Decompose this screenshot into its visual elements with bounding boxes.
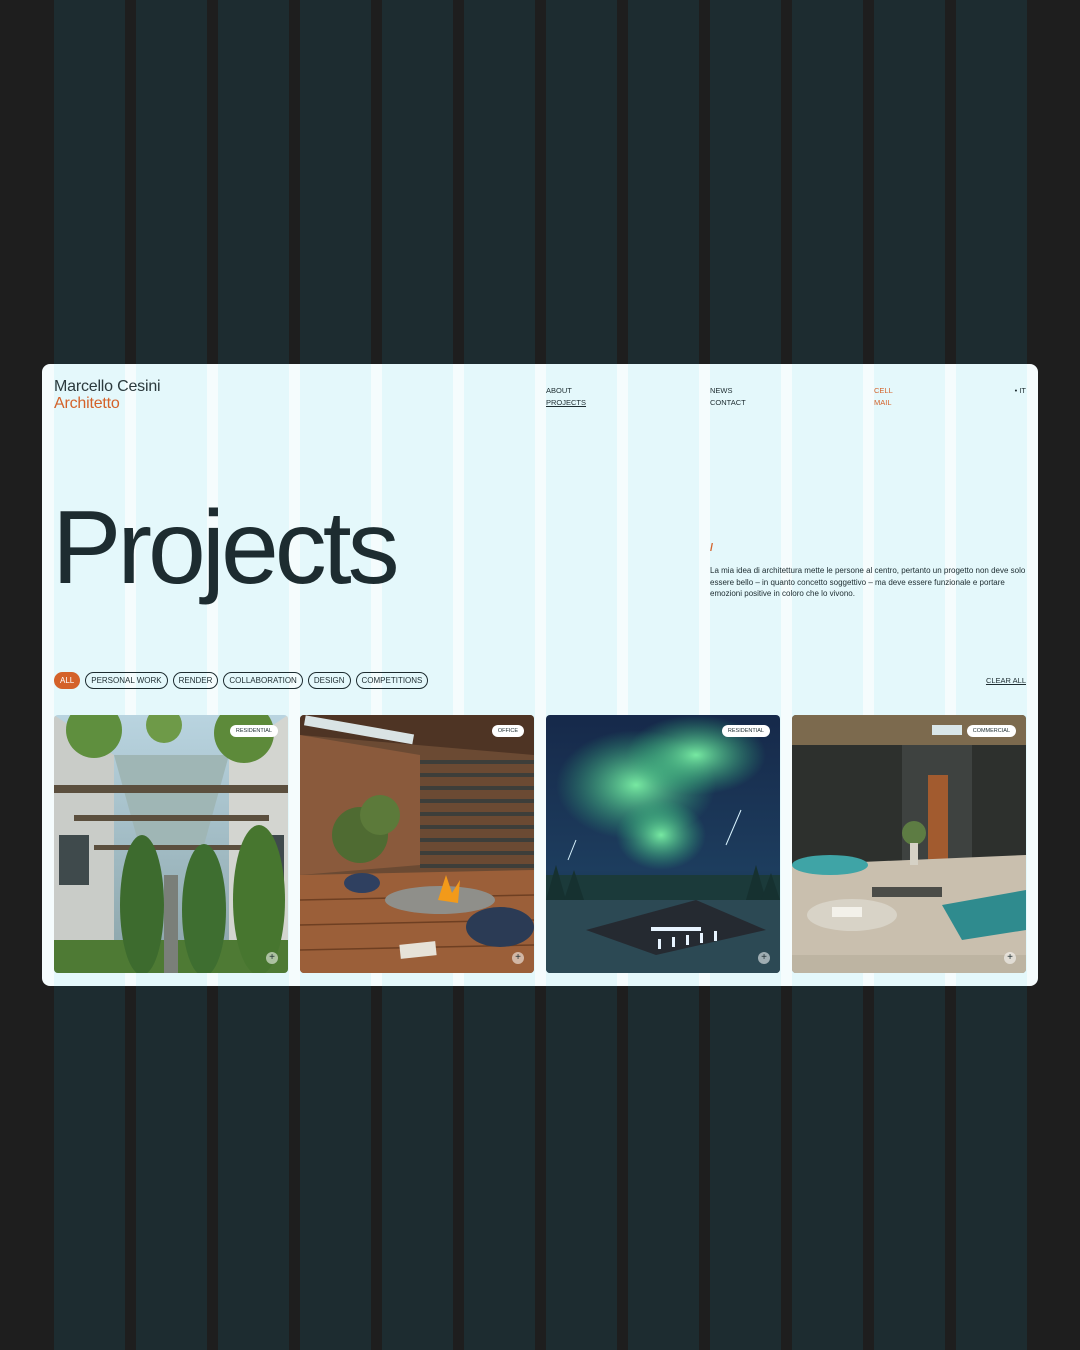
plus-icon[interactable]: + [512,952,524,964]
filter-chip-render[interactable]: RENDER [172,672,219,689]
plus-icon[interactable]: + [266,952,278,964]
filter-chip-design[interactable]: DESIGN [307,672,351,689]
project-card[interactable]: COMMERCIAL + [792,715,1026,973]
project-category-badge: OFFICE [491,725,524,737]
brand-logo[interactable]: Marcello Cesini Architetto [54,378,161,412]
intro-slash: / [710,542,714,554]
filter-chip-personal-work[interactable]: PERSONAL WORK [85,672,168,689]
nav-link-contact[interactable]: CONTACT [710,397,746,409]
nav-link-cell[interactable]: CELL [874,385,893,397]
project-card[interactable]: OFFICE + [300,715,534,973]
nav-link-news[interactable]: NEWS [710,385,746,397]
filter-bar: ALL PERSONAL WORK RENDER COLLABORATION D… [54,672,429,689]
clear-all-link[interactable]: CLEAR ALL [986,676,1026,685]
project-category-badge: COMMERCIAL [966,725,1016,737]
project-category-badge: RESIDENTIAL [229,725,278,737]
project-image [546,715,780,973]
project-card[interactable]: RESIDENTIAL + [546,715,780,973]
project-image [54,715,288,973]
nav-primary: ABOUT PROJECTS [546,385,586,408]
language-label: • IT [1014,386,1026,395]
nav-contact-links: CELL MAIL [874,385,893,408]
plus-icon[interactable]: + [1004,952,1016,964]
page-title: Projects [52,490,400,606]
filter-chip-all[interactable]: ALL [54,672,81,689]
website-card: Marcello Cesini Architetto ABOUT PROJECT… [42,364,1038,986]
intro-text: La mia idea di architettura mette le per… [710,566,1026,599]
project-card[interactable]: RESIDENTIAL + [54,715,288,973]
project-image [792,715,1026,973]
nav-secondary: NEWS CONTACT [710,385,746,408]
language-switch[interactable]: • IT [1015,385,1026,397]
nav-link-projects[interactable]: PROJECTS [546,397,586,409]
plus-icon[interactable]: + [758,952,770,964]
project-category-badge: RESIDENTIAL [721,725,770,737]
brand-role: Architetto [54,395,120,412]
brand-name: Marcello Cesini [54,378,161,395]
page-content: Marcello Cesini Architetto ABOUT PROJECT… [42,364,1038,986]
nav-link-about[interactable]: ABOUT [546,385,586,397]
filter-chip-collaboration[interactable]: COLLABORATION [223,672,303,689]
nav-link-mail[interactable]: MAIL [874,397,893,409]
project-image [300,715,534,973]
filter-chip-competitions[interactable]: COMPETITIONS [355,672,429,689]
